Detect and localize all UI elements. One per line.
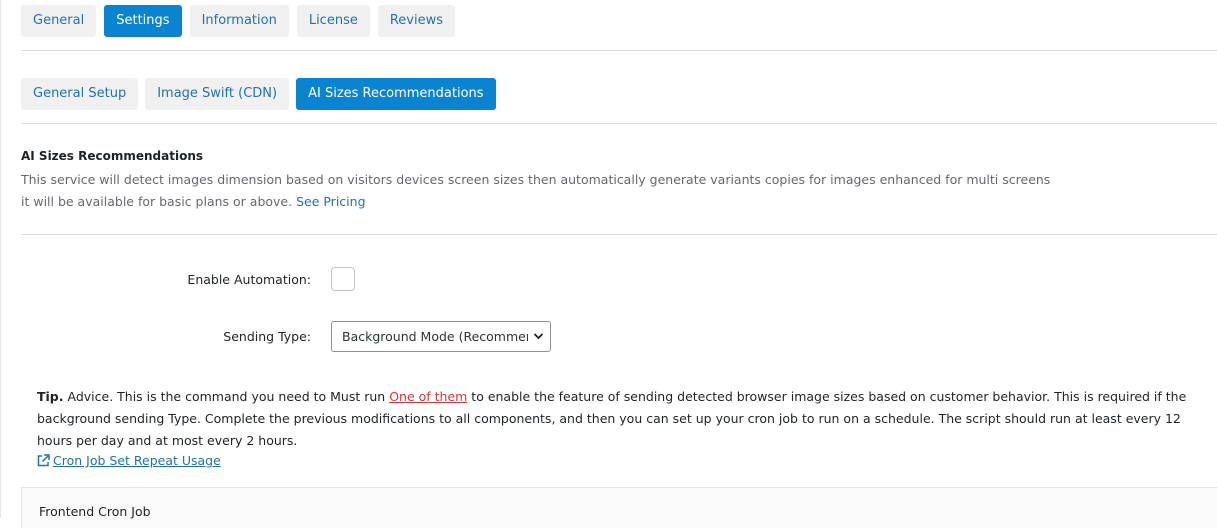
subtab-general-setup[interactable]: General Setup [21,78,139,110]
panel-title: Frontend Cron Job [39,504,151,519]
main-tabs: General Settings Information License Rev… [21,5,455,37]
left-border [0,0,1,518]
tab-information[interactable]: Information [189,5,289,37]
sending-type-value: Background Mode (Recommended) [342,329,528,344]
section-description: This service will detect images dimensio… [21,172,1051,187]
cron-job-link-label: Cron Job Set Repeat Usage [53,453,221,468]
section-description-availability: it will be available for basic plans or … [21,194,366,209]
tip-text-before: Advice. This is the command you need to … [63,389,390,404]
tab-license[interactable]: License [296,5,370,37]
availability-text: it will be available for basic plans or … [21,194,293,209]
enable-automation-label: Enable Automation: [187,272,311,287]
sub-tabs: General Setup Image Swift (CDN) AI Sizes… [21,78,496,110]
divider [21,50,1217,51]
one-of-them-link[interactable]: One of them [389,389,467,404]
enable-automation-checkbox[interactable] [331,267,355,291]
sending-type-select[interactable]: Background Mode (Recommended) [331,321,551,352]
frontend-cron-panel: Frontend Cron Job [21,487,1217,528]
divider [21,123,1217,124]
tab-reviews[interactable]: Reviews [377,5,455,37]
tab-general[interactable]: General [21,5,97,37]
divider [21,234,1217,235]
subtab-ai-sizes-recommendations[interactable]: AI Sizes Recommendations [296,78,496,110]
tip-text: Tip. Advice. This is the command you nee… [37,386,1207,452]
section-title: AI Sizes Recommendations [21,149,204,163]
tab-settings[interactable]: Settings [104,5,182,37]
see-pricing-link[interactable]: See Pricing [296,194,365,209]
external-link-icon [37,454,50,467]
chevron-down-icon [533,322,544,351]
cron-job-link[interactable]: Cron Job Set Repeat Usage [37,453,221,468]
sending-type-label: Sending Type: [223,329,311,344]
subtab-image-swift-cdn[interactable]: Image Swift (CDN) [145,78,290,110]
tip-label: Tip. [37,389,64,404]
